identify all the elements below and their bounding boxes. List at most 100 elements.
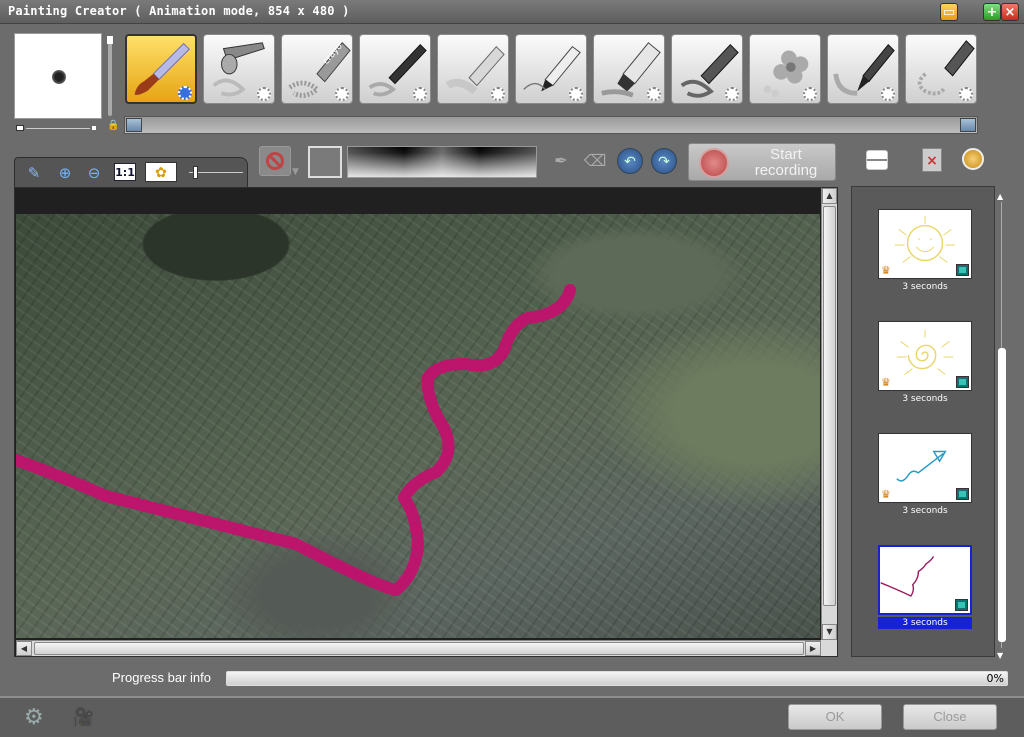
actual-size-button[interactable]: 1:1 <box>114 163 136 181</box>
frame-thumbnail[interactable]: ♛ <box>878 433 972 503</box>
frame-duration: 3 seconds <box>902 506 948 516</box>
ok-button[interactable]: OK <box>788 704 882 730</box>
start-recording-button[interactable]: Start recording <box>688 143 836 181</box>
zoom-out-icon[interactable]: ⊖ <box>83 162 105 184</box>
frame-thumbnail[interactable]: ♛ <box>878 321 972 391</box>
tool-chalk[interactable] <box>437 34 509 104</box>
scroll-left-arrow[interactable]: ◀ <box>16 641 32 656</box>
slider-knob[interactable] <box>16 125 24 131</box>
minimize-button[interactable]: ▭ <box>940 3 958 21</box>
progress-bar: 0% <box>226 671 1008 686</box>
frames-scrollbar[interactable]: ▲ ▼ <box>996 192 1008 660</box>
redo-icon[interactable]: ↷ <box>651 148 677 174</box>
tool-pen[interactable] <box>359 34 431 104</box>
opacity-slider[interactable] <box>107 36 113 116</box>
frame-duration: 3 seconds <box>878 617 972 629</box>
bottom-bar: ⚙ 🎥 OK Close <box>0 696 1024 737</box>
delete-frame-icon[interactable]: × <box>922 148 942 172</box>
tool-settings-gear-icon[interactable] <box>413 87 427 101</box>
layout-icon[interactable] <box>866 150 888 170</box>
key-frame-icon: ♛ <box>881 264 891 277</box>
frame-thumbnail[interactable] <box>878 545 972 615</box>
film-icon[interactable] <box>956 264 969 276</box>
slider-track <box>26 128 90 129</box>
select-tool-icon[interactable]: ✎ <box>23 162 45 184</box>
horizontal-scroll-thumb[interactable] <box>34 642 804 655</box>
canvas-frame: ▲ ▼ ◀ ▶ <box>14 187 838 657</box>
tool-crayon[interactable]: crayo <box>281 34 353 104</box>
tool-settings-gear-icon[interactable] <box>491 87 505 101</box>
tool-ink-brush[interactable] <box>827 34 899 104</box>
scroll-corner <box>821 640 837 656</box>
tool-settings-gear-icon[interactable] <box>803 87 817 101</box>
brush-preview <box>14 33 102 119</box>
tool-settings-gear-icon[interactable] <box>725 87 739 101</box>
tool-settings-gear-icon[interactable] <box>647 87 661 101</box>
no-color-icon <box>266 152 284 170</box>
canvas-horizontal-scrollbar[interactable]: ◀ ▶ <box>16 640 821 656</box>
close-window-button[interactable]: × <box>1001 3 1019 21</box>
eraser-icon[interactable]: ⌫ <box>582 148 608 174</box>
current-color-swatch[interactable] <box>308 146 342 178</box>
frames-scroll-down[interactable]: ▼ <box>997 651 1003 660</box>
brush-size-slider[interactable] <box>16 124 96 132</box>
tool-pencil[interactable] <box>515 34 587 104</box>
tools-scrollbar[interactable] <box>124 116 978 134</box>
frames-panel: ♛ 3 seconds ♛ 3 seconds ♛ 3 seconds 3 se… <box>851 186 995 657</box>
film-icon[interactable] <box>955 599 968 611</box>
scroll-down-arrow[interactable]: ▼ <box>822 624 837 640</box>
tool-settings-gear-icon[interactable] <box>959 87 973 101</box>
tool-settings-gear-icon[interactable] <box>257 87 271 101</box>
timer-icon[interactable] <box>962 148 984 170</box>
key-frame-icon: ♛ <box>881 488 891 501</box>
tool-settings-gear-icon[interactable] <box>569 87 583 101</box>
film-icon[interactable] <box>956 376 969 388</box>
tool-marker[interactable] <box>593 34 665 104</box>
title-bar: Painting Creator ( Animation mode, 854 x… <box>0 0 1024 24</box>
brush-dot <box>52 70 66 84</box>
drawing-canvas[interactable] <box>16 214 820 638</box>
opacity-knob[interactable] <box>107 36 113 44</box>
chevron-down-icon[interactable]: ▼ <box>292 167 299 177</box>
zoom-slider[interactable] <box>189 166 243 179</box>
tool-settings-gear-icon[interactable] <box>881 87 895 101</box>
slider-end <box>92 126 96 130</box>
maximize-button[interactable]: + <box>983 3 1001 21</box>
tool-felt-pen[interactable] <box>671 34 743 104</box>
scroll-right-arrow[interactable]: ▶ <box>805 641 821 656</box>
scroll-up-arrow[interactable]: ▲ <box>822 188 837 204</box>
tool-settings-gear-icon[interactable] <box>335 87 349 101</box>
record-label: Start recording <box>754 146 818 179</box>
progress-percent: 0% <box>986 672 1004 685</box>
canvas-tab-toolbar: ✎ ⊕ ⊖ 1:1 ✿ <box>14 157 248 187</box>
zoom-in-icon[interactable]: ⊕ <box>54 162 76 184</box>
close-button[interactable]: Close <box>903 704 997 730</box>
zoom-knob[interactable] <box>193 166 198 179</box>
tools-scroll-thumb-right[interactable] <box>960 118 976 132</box>
film-icon[interactable] <box>956 488 969 500</box>
gear-icon[interactable]: ⚙ <box>24 706 54 730</box>
lock-icon[interactable]: 🔒 <box>107 121 119 131</box>
eyedropper-icon[interactable]: ✒ <box>548 148 574 174</box>
frames-scroll-up[interactable]: ▲ <box>997 192 1003 201</box>
record-icon <box>699 148 729 178</box>
camera-icon[interactable]: 🎥 <box>72 706 108 730</box>
progress-label: Progress bar info <box>112 670 211 685</box>
tool-brush[interactable] <box>125 34 197 104</box>
frames-scroll-thumb[interactable] <box>998 348 1006 642</box>
tool-calligraphy[interactable] <box>905 34 977 104</box>
tool-settings-gear-icon[interactable] <box>178 86 192 100</box>
tool-airbrush[interactable] <box>203 34 275 104</box>
color-gradient-picker[interactable] <box>347 146 537 178</box>
frame-duration: 3 seconds <box>902 394 948 404</box>
tools-scroll-thumb-left[interactable] <box>126 118 142 132</box>
window-title: Painting Creator ( Animation mode, 854 x… <box>8 4 350 18</box>
tool-flower-stamp[interactable] <box>749 34 821 104</box>
vertical-scroll-thumb[interactable] <box>823 206 836 606</box>
canvas-vertical-scrollbar[interactable]: ▲ ▼ <box>821 188 837 640</box>
frame-duration: 3 seconds <box>902 282 948 292</box>
background-image-icon[interactable]: ✿ <box>145 162 177 182</box>
frame-thumbnail[interactable]: ♛ <box>878 209 972 279</box>
undo-icon[interactable]: ↶ <box>617 148 643 174</box>
no-color-button[interactable] <box>259 146 291 176</box>
